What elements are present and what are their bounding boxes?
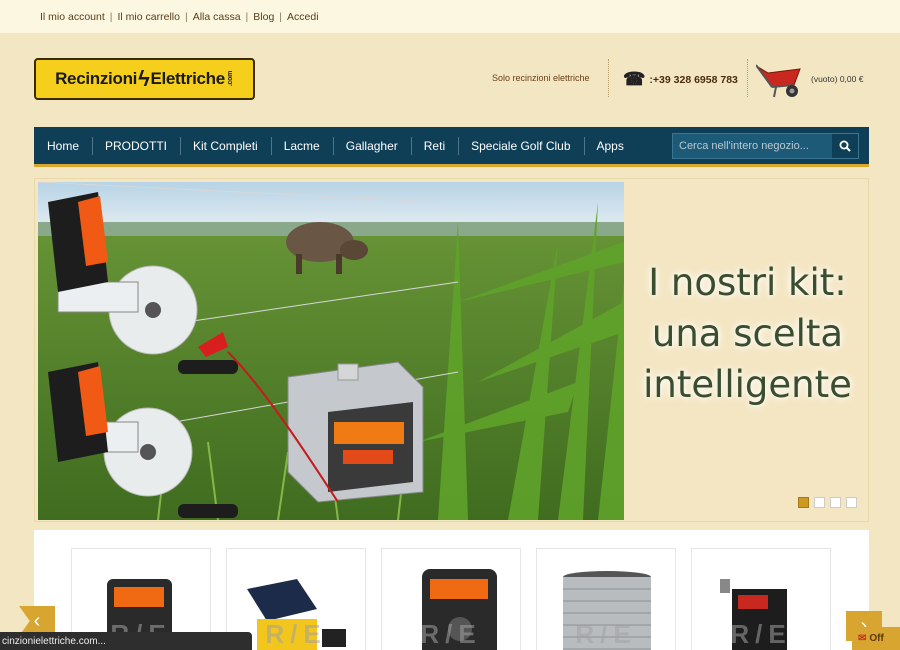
product-card[interactable]: R/E [691,548,831,650]
phone-number: :+39 328 6958 783 [649,73,738,86]
search-box [672,133,859,159]
nav-reti[interactable]: Reti [410,126,458,166]
nav-prodotti[interactable]: PRODOTTI [92,126,180,166]
site-logo[interactable]: Recinzioni ϟ Elettriche .com [34,58,255,100]
link-login[interactable]: Accedi [287,11,319,23]
product-card[interactable]: R/E [381,548,521,650]
search-button[interactable] [832,134,858,158]
slider-pagination [798,497,857,508]
offline-chat-widget[interactable]: ✉ Off [852,627,900,650]
lightning-icon: ϟ [138,66,150,91]
nav-apps[interactable]: Apps [583,126,637,166]
logo-text-right: Elettriche [150,69,225,88]
browser-status-bar: cinzionielettriche.com... [0,632,252,650]
cart-summary[interactable]: (vuoto) 0,00 € [811,74,863,84]
slider-dot-1[interactable] [798,497,809,508]
nav-speciale-golf-club[interactable]: Speciale Golf Club [458,126,583,166]
slider-dot-2[interactable] [814,497,825,508]
hero-slider: I nostri kit: una scelta intelligente [34,178,869,522]
separator: | [279,10,283,23]
slider-caption: I nostri kit: una scelta intelligente [630,257,865,410]
caption-line: I nostri kit: [648,261,847,304]
chevron-left-icon: ‹ [33,609,41,632]
main-navigation: Home PRODOTTI Kit Completi Lacme Gallagh… [34,127,869,167]
watermark: R/E [575,619,637,649]
slider-dot-3[interactable] [830,497,841,508]
search-icon [839,140,851,152]
nav-gallagher[interactable]: Gallagher [332,126,411,166]
watermark: R/E [420,619,482,649]
nav-home[interactable]: Home [34,126,92,166]
cart-widget[interactable] [756,61,806,99]
slider-dot-4[interactable] [846,497,857,508]
hero-image[interactable] [38,182,624,520]
nav-kit-completi[interactable]: Kit Completi [180,126,271,166]
top-links-bar: Il mio account | Il mio carrello | Alla … [0,0,900,33]
tagline: Solo recinzioni elettriche [492,73,590,83]
separator: | [184,10,188,23]
envelope-icon: ✉ [858,633,867,644]
telephone-icon: ☎ [623,69,646,89]
product-card[interactable]: R/E [536,548,676,650]
caption-line: intelligente [643,363,852,406]
logo-text-left: Recinzioni [55,69,138,88]
link-checkout[interactable]: Alla cassa [193,11,241,23]
link-my-account[interactable]: Il mio account [40,11,105,23]
search-input[interactable] [673,134,832,158]
nav-lacme[interactable]: Lacme [270,126,333,166]
separator: | [109,10,113,23]
offline-label: Off [869,633,884,644]
site-header: Recinzioni ϟ Elettriche .com Solo recinz… [0,33,900,127]
divider [608,59,609,97]
wheelbarrow-icon [756,64,801,98]
link-blog[interactable]: Blog [253,11,274,23]
logo-com: .com [226,71,234,87]
separator: | [245,10,249,23]
caption-line: una scelta [651,312,844,355]
divider [747,59,748,97]
link-my-cart[interactable]: Il mio carrello [118,11,180,23]
phone-contact: ☎ :+39 328 6958 783 [623,69,738,90]
watermark: R/E [730,619,792,649]
